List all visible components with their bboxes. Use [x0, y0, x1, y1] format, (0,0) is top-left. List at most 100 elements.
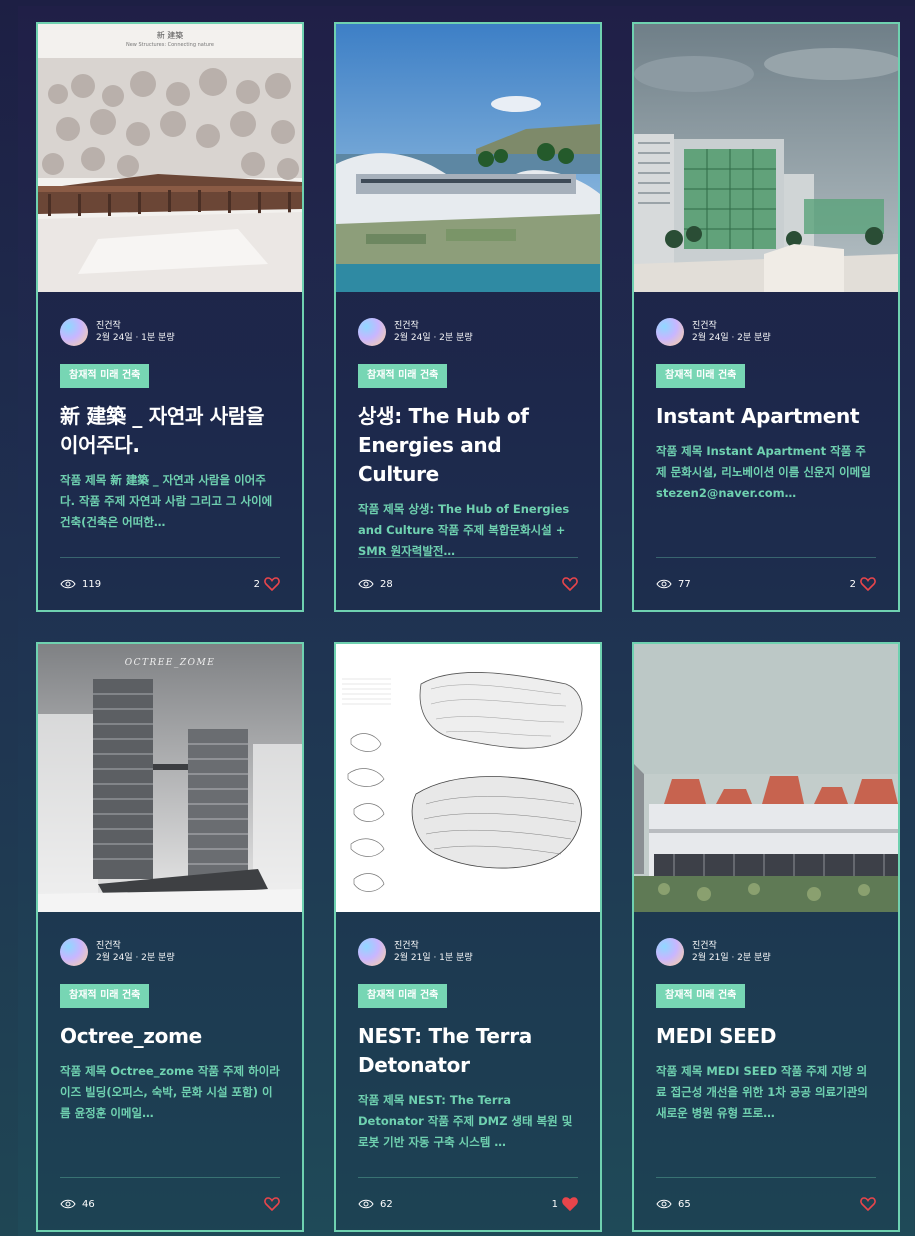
author-row: 진건작 2월 21일 · 1분 분량 — [358, 938, 578, 966]
post-date: 2월 24일 · 2분 분량 — [394, 333, 473, 343]
like-button[interactable] — [260, 1197, 280, 1211]
post-card[interactable]: 新 建築 New Structures: Connecting nature 진… — [36, 22, 304, 612]
like-count-value: 1 — [551, 1198, 558, 1210]
heart-icon[interactable] — [562, 577, 578, 591]
post-thumbnail[interactable] — [336, 24, 600, 292]
post-card[interactable]: OCTREE_ZOME 진건작 2월 24일 · 2분 분량 참재적 미래 건축… — [36, 642, 304, 1232]
eye-icon — [656, 579, 672, 589]
post-title[interactable]: MEDI SEED — [656, 1022, 876, 1051]
like-count-value: 2 — [253, 578, 260, 590]
avatar[interactable] — [358, 318, 386, 346]
post-excerpt[interactable]: 작품 제목 MEDI SEED 작품 주제 지방 의료 접근성 개선을 위한 1… — [656, 1061, 876, 1124]
post-thumbnail[interactable] — [336, 644, 600, 912]
heart-icon[interactable] — [264, 1197, 280, 1211]
post-card[interactable]: 진건작 2월 24일 · 2분 분량 참재적 미래 건축 Instant Apa… — [632, 22, 900, 612]
post-card[interactable]: 진건작 2월 24일 · 2분 분량 참재적 미래 건축 상생: The Hub… — [334, 22, 602, 612]
category-tag[interactable]: 참재적 미래 건축 — [656, 364, 746, 388]
author-row: 진건작 2월 24일 · 2분 분량 — [60, 938, 280, 966]
post-footer: 77 2 — [656, 557, 876, 610]
post-footer: 119 2 — [60, 557, 280, 610]
like-button[interactable] — [558, 577, 578, 591]
author-row: 진건작 2월 24일 · 2분 분량 — [358, 318, 578, 346]
post-thumbnail[interactable]: OCTREE_ZOME — [38, 644, 302, 912]
category-tag[interactable]: 참재적 미래 건축 — [358, 364, 448, 388]
like-button[interactable]: 2 — [254, 577, 280, 591]
avatar[interactable] — [60, 938, 88, 966]
post-excerpt[interactable]: 작품 제목 NEST: The Terra Detonator 작품 주제 DM… — [358, 1090, 578, 1153]
post-date: 2월 24일 · 1분 분량 — [96, 333, 175, 343]
category-tag[interactable]: 참재적 미래 건축 — [656, 984, 746, 1008]
post-body: 진건작 2월 24일 · 2분 분량 참재적 미래 건축 Instant Apa… — [634, 292, 898, 610]
post-grid: 新 建築 New Structures: Connecting nature 진… — [36, 22, 900, 1232]
view-count: 77 — [656, 579, 691, 590]
view-count-value: 77 — [678, 578, 691, 590]
heart-icon[interactable] — [860, 577, 876, 591]
view-count: 28 — [358, 579, 393, 590]
thumbnail-caption: OCTREE_ZOME — [124, 658, 216, 668]
view-count-value: 28 — [380, 578, 393, 590]
post-body: 진건작 2월 24일 · 2분 분량 참재적 미래 건축 상생: The Hub… — [336, 292, 600, 610]
post-thumbnail[interactable] — [634, 24, 898, 292]
heart-icon[interactable] — [264, 577, 280, 591]
category-tag[interactable]: 참재적 미래 건축 — [60, 364, 150, 388]
view-count-value: 119 — [82, 578, 102, 590]
avatar[interactable] — [656, 938, 684, 966]
eye-icon — [656, 1199, 672, 1209]
view-count-value: 65 — [678, 1198, 691, 1210]
author-meta: 진건작 2월 21일 · 2분 분량 — [692, 940, 771, 964]
author-meta: 진건작 2월 24일 · 1분 분량 — [96, 320, 175, 344]
post-body: 진건작 2월 21일 · 1분 분량 참재적 미래 건축 NEST: The T… — [336, 912, 600, 1230]
like-button[interactable]: 2 — [850, 577, 876, 591]
post-title[interactable]: 상생: The Hub of Energies and Culture — [358, 402, 578, 489]
view-count-value: 62 — [380, 1198, 393, 1210]
author-name[interactable]: 진건작 — [692, 320, 771, 332]
post-excerpt[interactable]: 작품 제목 상생: The Hub of Energies and Cultur… — [358, 499, 578, 562]
post-card[interactable]: 진건작 2월 21일 · 1분 분량 참재적 미래 건축 NEST: The T… — [334, 642, 602, 1232]
eye-icon — [358, 579, 374, 589]
author-row: 진건작 2월 24일 · 2분 분량 — [656, 318, 876, 346]
author-name[interactable]: 진건작 — [692, 940, 771, 952]
post-footer: 65 — [656, 1177, 876, 1230]
post-date: 2월 24일 · 2분 분량 — [96, 953, 175, 963]
view-count: 62 — [358, 1199, 393, 1210]
post-date: 2월 24일 · 2분 분량 — [692, 333, 771, 343]
thumbnail-subcaption: New Structures: Connecting nature — [125, 42, 214, 48]
author-row: 진건작 2월 24일 · 1분 분량 — [60, 318, 280, 346]
avatar[interactable] — [60, 318, 88, 346]
post-title[interactable]: 新 建築 _ 자연과 사람을 이어주다. — [60, 402, 280, 460]
post-excerpt[interactable]: 작품 제목 新 建築 _ 자연과 사람을 이어주다. 작품 주제 자연과 사람 … — [60, 470, 280, 533]
post-body: 진건작 2월 21일 · 2분 분량 참재적 미래 건축 MEDI SEED 작… — [634, 912, 898, 1230]
heart-icon[interactable] — [860, 1197, 876, 1211]
post-card[interactable]: 진건작 2월 21일 · 2분 분량 참재적 미래 건축 MEDI SEED 작… — [632, 642, 900, 1232]
post-footer: 62 1 — [358, 1177, 578, 1230]
thumbnail-caption: 新 建築 — [156, 31, 184, 40]
view-count: 65 — [656, 1199, 691, 1210]
eye-icon — [358, 1199, 374, 1209]
like-button[interactable]: 1 — [552, 1197, 578, 1211]
post-excerpt[interactable]: 작품 제목 Octree_zome 작품 주제 하이라이즈 빌딩(오피스, 숙박… — [60, 1061, 280, 1124]
post-title[interactable]: Octree_zome — [60, 1022, 280, 1051]
post-body: 진건작 2월 24일 · 2분 분량 참재적 미래 건축 Octree_zome… — [38, 912, 302, 1230]
post-thumbnail[interactable] — [634, 644, 898, 912]
author-name[interactable]: 진건작 — [96, 940, 175, 952]
avatar[interactable] — [656, 318, 684, 346]
avatar[interactable] — [358, 938, 386, 966]
category-tag[interactable]: 참재적 미래 건축 — [60, 984, 150, 1008]
post-thumbnail[interactable]: 新 建築 New Structures: Connecting nature — [38, 24, 302, 292]
category-tag[interactable]: 참재적 미래 건축 — [358, 984, 448, 1008]
author-meta: 진건작 2월 21일 · 1분 분량 — [394, 940, 473, 964]
view-count: 46 — [60, 1199, 95, 1210]
author-name[interactable]: 진건작 — [394, 320, 473, 332]
view-count-value: 46 — [82, 1198, 95, 1210]
post-excerpt[interactable]: 작품 제목 Instant Apartment 작품 주제 문화시설, 리노베이… — [656, 441, 876, 504]
author-name[interactable]: 진건작 — [96, 320, 175, 332]
post-title[interactable]: Instant Apartment — [656, 402, 876, 431]
post-title[interactable]: NEST: The Terra Detonator — [358, 1022, 578, 1080]
eye-icon — [60, 579, 76, 589]
like-button[interactable] — [856, 1197, 876, 1211]
author-meta: 진건작 2월 24일 · 2분 분량 — [692, 320, 771, 344]
author-row: 진건작 2월 21일 · 2분 분량 — [656, 938, 876, 966]
heart-icon-filled[interactable] — [562, 1197, 578, 1211]
author-meta: 진건작 2월 24일 · 2분 분량 — [96, 940, 175, 964]
author-name[interactable]: 진건작 — [394, 940, 473, 952]
